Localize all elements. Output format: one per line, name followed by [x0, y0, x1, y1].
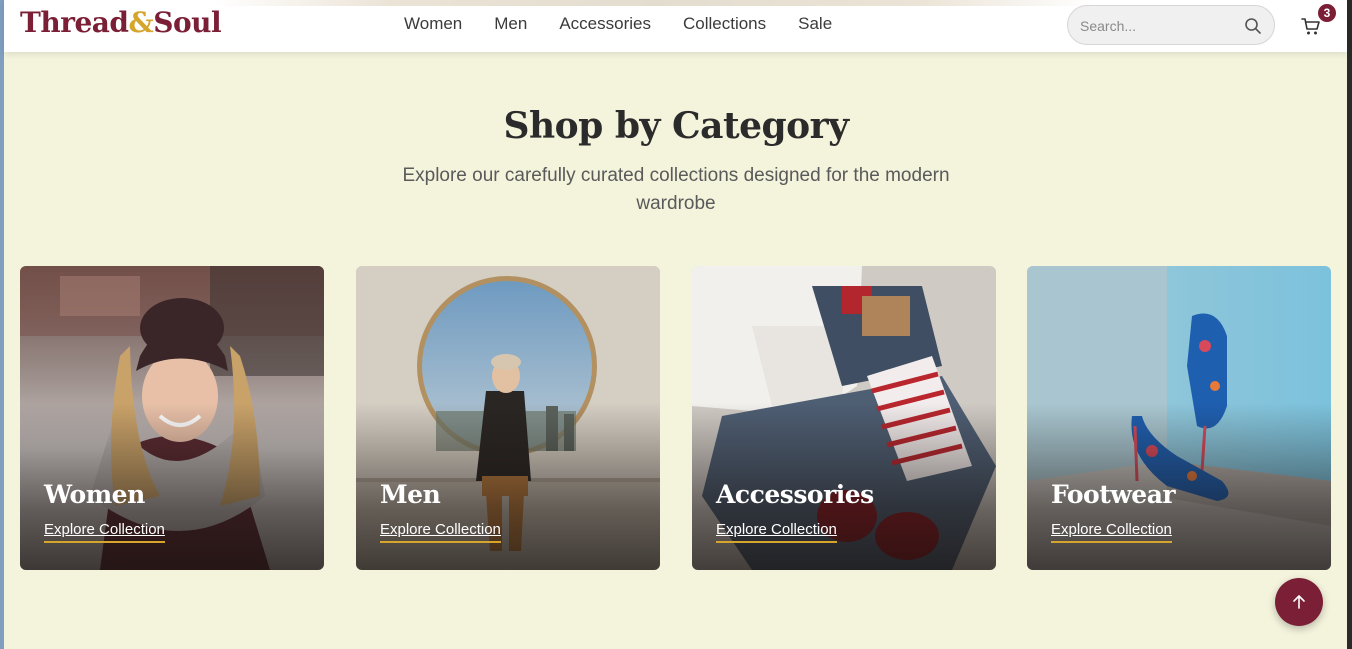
header-hero-strip — [214, 0, 1094, 6]
search-icon[interactable] — [1244, 17, 1262, 35]
nav-link-women[interactable]: Women — [404, 14, 462, 34]
card-title: Accessories — [716, 480, 874, 509]
explore-collection-link[interactable]: Explore Collection — [1051, 521, 1172, 543]
nav-link-accessories[interactable]: Accessories — [559, 14, 651, 34]
card-title: Women — [44, 480, 145, 509]
nav-link-sale[interactable]: Sale — [798, 14, 832, 34]
category-card-men[interactable]: Men Explore Collection — [356, 266, 660, 570]
category-card-accessories[interactable]: Accessories Explore Collection — [692, 266, 996, 570]
explore-collection-link[interactable]: Explore Collection — [716, 521, 837, 543]
explore-collection-link[interactable]: Explore Collection — [44, 521, 165, 543]
cart-count-badge: 3 — [1316, 2, 1338, 24]
section-subtitle: Explore our carefully curated collection… — [402, 165, 950, 214]
logo-text-thread: Thread — [20, 6, 129, 39]
category-card-women[interactable]: Women Explore Collection — [20, 266, 324, 570]
back-to-top-button[interactable] — [1275, 578, 1323, 626]
nav-link-men[interactable]: Men — [494, 14, 527, 34]
search-box — [1067, 5, 1275, 45]
brand-logo[interactable]: Thread&Soul — [20, 6, 222, 39]
card-title: Men — [380, 480, 441, 509]
window-frame-right — [1347, 0, 1352, 649]
window-frame-left — [0, 0, 4, 649]
explore-collection-link[interactable]: Explore Collection — [380, 521, 501, 543]
logo-text-soul: Soul — [153, 6, 222, 39]
site-header: Thread&Soul Women Men Accessories Collec… — [4, 0, 1347, 52]
category-card-footwear[interactable]: Footwear Explore Collection — [1027, 266, 1331, 570]
main-nav: Women Men Accessories Collections Sale — [404, 14, 864, 34]
logo-ampersand: & — [128, 6, 154, 39]
nav-link-collections[interactable]: Collections — [683, 14, 766, 34]
card-title: Footwear — [1051, 480, 1176, 509]
section-title: Shop by Category — [503, 105, 849, 147]
search-input[interactable] — [1080, 16, 1240, 36]
arrow-up-icon — [1293, 595, 1305, 609]
cart-button[interactable]: 3 — [1294, 2, 1338, 44]
